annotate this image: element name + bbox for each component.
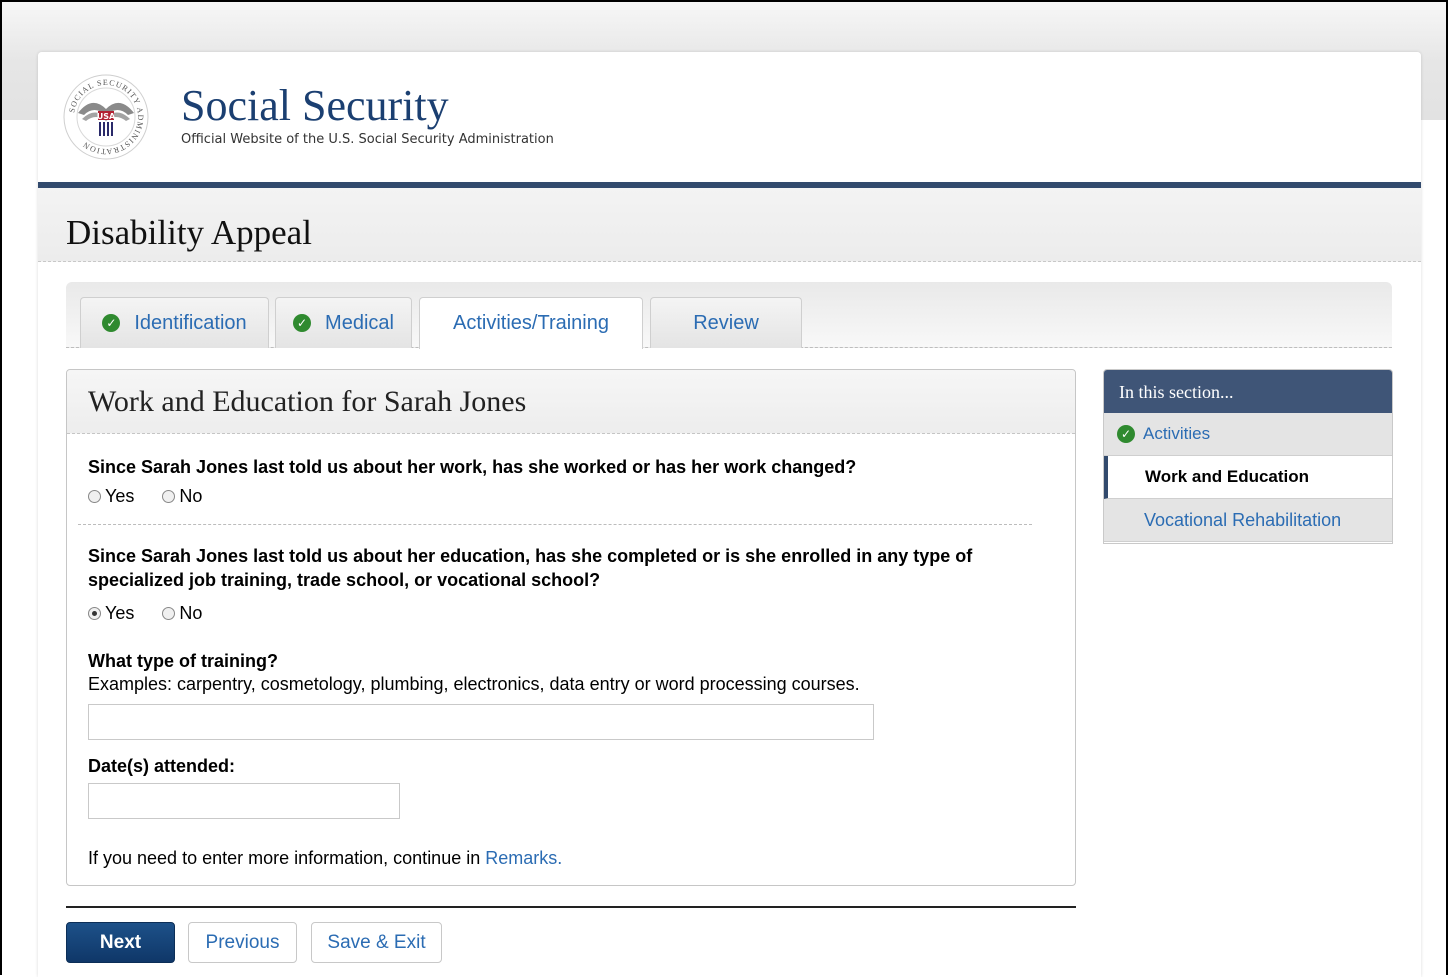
checkmark-icon: ✓ bbox=[102, 314, 121, 332]
save-exit-button[interactable]: Save & Exit bbox=[311, 922, 442, 963]
previous-button[interactable]: Previous bbox=[188, 922, 297, 963]
radio-label: No bbox=[179, 603, 203, 623]
tab-label: Identification bbox=[134, 311, 247, 334]
work-no-radio[interactable] bbox=[162, 490, 176, 503]
app-title: Disability Appeal bbox=[66, 213, 312, 252]
section-nav: In this section... ✓ Activities Work and… bbox=[1103, 369, 1393, 544]
section-item-label: Work and Education bbox=[1145, 467, 1310, 486]
checkmark-icon: ✓ bbox=[1117, 425, 1135, 443]
work-yes-option[interactable]: Yes bbox=[88, 486, 134, 507]
tab-label: Activities/Training bbox=[453, 312, 609, 334]
training-help-text: Examples: carpentry, cosmetology, plumbi… bbox=[88, 674, 860, 694]
work-yes-radio[interactable] bbox=[88, 490, 101, 503]
seal-center-text: USA bbox=[97, 112, 116, 121]
tab-label: Review bbox=[693, 311, 759, 334]
remarks-prefix: If you need to enter more information, c… bbox=[88, 848, 486, 868]
tab-bar: ✓ Identification ✓ Medical Activities/Tr… bbox=[66, 282, 1392, 349]
ssa-seal-icon[interactable]: USA SOCIAL SECURITY ADMINISTRATION bbox=[62, 73, 150, 161]
panel-header: Work and Education for Sarah Jones bbox=[67, 370, 1075, 434]
section-nav-heading: In this section... bbox=[1104, 370, 1392, 413]
form-bottom-rule bbox=[66, 906, 1076, 908]
tab-label: Medical bbox=[325, 311, 394, 334]
education-no-radio[interactable] bbox=[162, 607, 176, 620]
section-item-activities[interactable]: ✓ Activities bbox=[1104, 413, 1392, 456]
dates-attended-input[interactable] bbox=[88, 783, 400, 819]
radio-label: No bbox=[179, 486, 203, 506]
section-item-vocational-rehabilitation[interactable]: Vocational Rehabilitation bbox=[1104, 499, 1392, 542]
radio-label: Yes bbox=[105, 486, 135, 506]
education-radio-group: Yes No bbox=[88, 603, 230, 624]
page-container: USA SOCIAL SECURITY ADMINISTRATION Socia… bbox=[38, 52, 1421, 977]
section-item-label: Vocational Rehabilitation bbox=[1144, 509, 1342, 530]
window-frame: USA SOCIAL SECURITY ADMINISTRATION Socia… bbox=[0, 0, 1448, 977]
next-button[interactable]: Next bbox=[66, 922, 175, 963]
education-question: Since Sarah Jones last told us about her… bbox=[88, 546, 973, 590]
tab-activities-training[interactable]: Activities/Training bbox=[419, 297, 643, 349]
checkmark-icon: ✓ bbox=[293, 314, 312, 332]
radio-label: Yes bbox=[105, 603, 135, 623]
section-item-label: Activities bbox=[1143, 424, 1211, 443]
education-no-option[interactable]: No bbox=[162, 603, 202, 624]
site-subtitle: Official Website of the U.S. Social Secu… bbox=[181, 132, 554, 147]
section-item-work-education[interactable]: Work and Education bbox=[1104, 456, 1392, 499]
site-title[interactable]: Social Security bbox=[181, 80, 449, 132]
training-type-input[interactable] bbox=[88, 704, 874, 740]
education-yes-radio[interactable] bbox=[88, 607, 101, 620]
remarks-note: If you need to enter more information, c… bbox=[88, 848, 562, 869]
remarks-suffix: . bbox=[557, 848, 563, 868]
training-label: What type of training? bbox=[88, 651, 278, 671]
work-education-panel: Work and Education for Sarah Jones Since… bbox=[66, 369, 1076, 886]
dates-label: Date(s) attended: bbox=[88, 756, 236, 776]
panel-title: Work and Education for Sarah Jones bbox=[88, 385, 527, 418]
work-radio-group: Yes No bbox=[88, 486, 230, 507]
app-title-bar: Disability Appeal bbox=[38, 188, 1421, 262]
site-header: USA SOCIAL SECURITY ADMINISTRATION Socia… bbox=[38, 52, 1421, 182]
remarks-link[interactable]: Remarks bbox=[485, 848, 557, 868]
question-divider bbox=[78, 524, 1032, 525]
tab-medical[interactable]: ✓ Medical bbox=[275, 297, 412, 348]
work-question: Since Sarah Jones last told us about her… bbox=[88, 457, 857, 477]
tab-review[interactable]: Review bbox=[650, 297, 802, 348]
work-no-option[interactable]: No bbox=[162, 486, 202, 507]
tab-identification[interactable]: ✓ Identification bbox=[80, 297, 269, 348]
education-yes-option[interactable]: Yes bbox=[88, 603, 134, 624]
